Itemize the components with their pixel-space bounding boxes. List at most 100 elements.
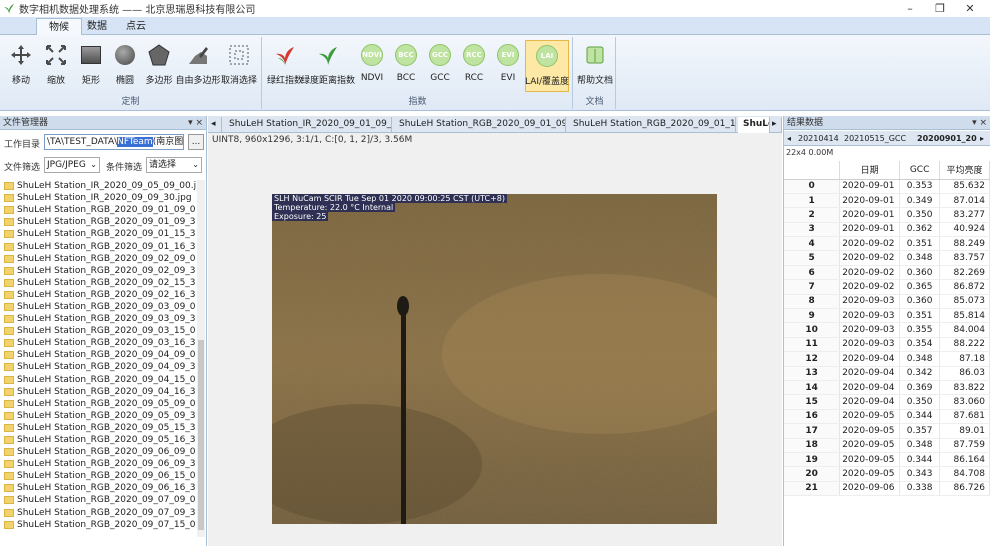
table-row[interactable]: 2 2020-09-01 0.350 83.277 — [784, 207, 990, 223]
file-list-item[interactable]: ShuLeH Station_RGB_2020_09_06_16_30.jpg — [4, 482, 196, 494]
table-cell: 5 — [784, 250, 841, 266]
table-row[interactable]: 1 2020-09-01 0.349 87.014 — [784, 193, 990, 209]
tab-scroll-right-icon[interactable]: ▸ — [770, 117, 782, 133]
file-list-item[interactable]: ShuLeH Station_RGB_2020_09_05_15_30.jpg — [4, 422, 196, 434]
table-row[interactable]: 10 2020-09-03 0.355 84.004 — [784, 322, 990, 338]
move-button[interactable]: 移动 — [4, 40, 38, 92]
cancel-selection-button[interactable]: 取消选择 — [221, 40, 257, 92]
browse-button[interactable]: ... — [188, 134, 204, 150]
table-row[interactable]: 4 2020-09-02 0.351 88.249 — [784, 236, 990, 252]
file-list-item[interactable]: ShuLeH Station_RGB_2020_09_02_09_30.jpg — [4, 265, 196, 277]
table-row[interactable]: 14 2020-09-04 0.369 83.822 — [784, 380, 990, 396]
table-row[interactable]: 18 2020-09-05 0.348 87.759 — [784, 438, 990, 453]
rectangle-button[interactable]: 矩形 — [74, 40, 108, 92]
table-row[interactable]: 6 2020-09-02 0.360 82.269 — [784, 265, 990, 281]
file-list-item[interactable]: ShuLeH Station_RGB_2020_09_03_09_30.jpg — [4, 313, 196, 325]
table-row[interactable]: 5 2020-09-02 0.348 83.757 — [784, 250, 990, 266]
file-list-item[interactable]: ShuLeH Station_RGB_2020_09_05_09_30.jpg — [4, 410, 196, 422]
table-row[interactable]: 0 2020-09-01 0.353 85.632 — [784, 179, 990, 194]
image-file-icon — [4, 302, 14, 311]
table-cell: 0.342 — [899, 366, 941, 381]
file-list-item[interactable]: ShuLeH Station_RGB_2020_09_05_09_00.jpg — [4, 398, 196, 410]
panel-pin-close-icon[interactable]: ▾ × — [972, 116, 987, 130]
table-row[interactable]: 19 2020-09-05 0.344 86.164 — [784, 452, 990, 468]
result-tab-active[interactable]: 20200901_20 — [917, 132, 977, 146]
table-row[interactable]: 20 2020-09-05 0.343 84.708 — [784, 466, 990, 482]
column-header-date[interactable]: 日期 — [839, 161, 901, 180]
table-cell: 2020-09-04 — [839, 394, 901, 410]
result-tab[interactable]: 20210515_GCC — [844, 132, 906, 146]
table-row[interactable]: 8 2020-09-03 0.360 85.073 — [784, 294, 990, 310]
file-list-item[interactable]: ShuLeH Station_RGB_2020_09_01_09_00.jpg — [4, 204, 196, 216]
bcc-button[interactable]: BCC BCC — [389, 40, 423, 92]
working-directory-input[interactable]: \TA\TEST_DATA\NFTeam(南京图) — [44, 134, 184, 150]
gcc-button[interactable]: GCC GCC — [423, 40, 457, 92]
file-list-item[interactable]: ShuLeH Station_RGB_2020_09_05_16_30.jpg — [4, 434, 196, 446]
tab-scroll-left-icon[interactable]: ◂ — [208, 117, 222, 133]
evi-button[interactable]: EVI EVI — [491, 40, 525, 92]
file-list-item[interactable]: ShuLeH Station_RGB_2020_09_06_09_30.jpg — [4, 458, 196, 470]
file-list-item[interactable]: ShuLeH Station_RGB_2020_09_03_15_00.jpg — [4, 325, 196, 337]
lai-coverage-button[interactable]: LAI LAI/覆盖度 — [525, 40, 569, 92]
file-list-item[interactable]: ShuLeH Station_RGB_2020_09_03_09_00.jpg — [4, 301, 196, 313]
file-list-item[interactable]: ShuLeH Station_RGB_2020_09_04_16_30.jpg — [4, 386, 196, 398]
file-filter-select[interactable]: JPG/JPEG ⌄ — [44, 157, 100, 173]
file-list-item[interactable]: ShuLeH Station_RGB_2020_09_06_15_00.jpg — [4, 470, 196, 482]
rcc-button[interactable]: RCC RCC — [457, 40, 491, 92]
table-cell: 2020-09-05 — [839, 466, 901, 482]
doc-tab-active[interactable]: ShuLe — [738, 117, 770, 133]
result-tab[interactable]: 20210414 — [798, 132, 839, 146]
table-cell: 0.360 — [899, 294, 941, 310]
tab-data[interactable]: 数据 — [75, 18, 119, 35]
file-list-item[interactable]: ShuLeH Station_RGB_2020_09_01_16_30.jpg — [4, 240, 196, 252]
green-distance-index-button[interactable]: 绿度距离指数 — [301, 40, 355, 92]
tab-scroll-left-icon[interactable]: ◂ — [787, 132, 791, 146]
doc-tab[interactable]: ShuLeH Station_RGB_2020_09_01_16_30 — [568, 117, 736, 133]
file-list-item[interactable]: ShuLeH Station_RGB_2020_09_02_09_00.jpg — [4, 253, 196, 265]
file-list-item[interactable]: ShuLeH Station_RGB_2020_09_06_09_00.jpg — [4, 446, 196, 458]
table-row[interactable]: 16 2020-09-05 0.344 87.681 — [784, 409, 990, 425]
ellipse-button[interactable]: 椭圆 — [108, 40, 142, 92]
tab-scroll-right-icon[interactable]: ▸ — [980, 132, 984, 146]
tab-point-cloud[interactable]: 点云 — [114, 18, 158, 35]
file-list-item[interactable]: ShuLeH Station_RGB_2020_09_07_15_00.jpg — [4, 519, 196, 531]
file-list-item[interactable]: ShuLeH Station_RGB_2020_09_04_09_30.jpg — [4, 361, 196, 373]
table-cell: 0.351 — [899, 236, 941, 252]
polygon-button[interactable]: 多边形 — [142, 40, 176, 92]
doc-tab[interactable]: ShuLeH Station_RGB_2020_09_01_09_00 — [394, 117, 566, 133]
table-row[interactable]: 9 2020-09-03 0.351 85.814 — [784, 308, 990, 324]
file-list-item[interactable]: ShuLeH Station_RGB_2020_09_01_15_30.jpg — [4, 228, 196, 240]
table-row[interactable]: 11 2020-09-03 0.354 88.222 — [784, 337, 990, 353]
doc-tab[interactable]: ShuLeH Station_IR_2020_09_01_09_30 — [224, 117, 392, 133]
table-row[interactable]: 12 2020-09-04 0.348 87.18 — [784, 351, 990, 367]
file-list-item[interactable]: ShuLeH Station_RGB_2020_09_01_09_30.jpg — [4, 216, 196, 228]
table-row[interactable]: 17 2020-09-05 0.357 89.01 — [784, 423, 990, 439]
file-list-item[interactable]: ShuLeH Station_IR_2020_09_09_30.jpg — [4, 192, 196, 204]
lai-icon: LAI — [536, 45, 558, 67]
zoom-button[interactable]: 缩放 — [39, 40, 73, 92]
column-header-mean-brightness[interactable]: 平均亮度 — [939, 161, 990, 180]
scrollbar-thumb[interactable] — [198, 340, 204, 530]
table-row[interactable]: 21 2020-09-06 0.338 86.726 — [784, 481, 990, 497]
green-red-index-button[interactable]: 绿红指数 — [267, 40, 303, 92]
file-list-item[interactable]: ShuLeH Station_IR_2020_09_05_09_00.jpg — [4, 180, 196, 192]
close-button[interactable]: ✕ — [950, 0, 990, 17]
file-list-item[interactable]: ShuLeH Station_RGB_2020_09_07_09_00.jpg — [4, 494, 196, 506]
table-row[interactable]: 7 2020-09-02 0.365 86.872 — [784, 279, 990, 295]
condition-filter-select[interactable]: 请选择 ⌄ — [146, 157, 202, 173]
file-list-item[interactable]: ShuLeH Station_RGB_2020_09_02_16_30.jpg — [4, 289, 196, 301]
freehand-polygon-button[interactable]: 自由多边形 — [176, 40, 221, 92]
table-row[interactable]: 3 2020-09-01 0.362 40.924 — [784, 222, 990, 238]
file-list-scrollbar[interactable] — [197, 180, 205, 537]
file-list-item[interactable]: ShuLeH Station_RGB_2020_09_03_16_30.jpg — [4, 337, 196, 349]
column-header-gcc[interactable]: GCC — [899, 161, 941, 180]
panel-pin-close-icon[interactable]: ▾ × — [188, 116, 203, 130]
table-row[interactable]: 13 2020-09-04 0.342 86.03 — [784, 366, 990, 381]
file-list-item[interactable]: ShuLeH Station_RGB_2020_09_04_15_00.jpg — [4, 374, 196, 386]
file-list-item[interactable]: ShuLeH Station_RGB_2020_09_04_09_00.jpg — [4, 349, 196, 361]
table-row[interactable]: 15 2020-09-04 0.350 83.060 — [784, 394, 990, 410]
ndvi-button[interactable]: NDVI NDVI — [355, 40, 389, 92]
file-list-item[interactable]: ShuLeH Station_RGB_2020_09_07_09_30.jpg — [4, 507, 196, 519]
file-list-item[interactable]: ShuLeH Station_RGB_2020_09_02_15_30.jpg — [4, 277, 196, 289]
help-doc-button[interactable]: 帮助文档 — [577, 40, 613, 92]
